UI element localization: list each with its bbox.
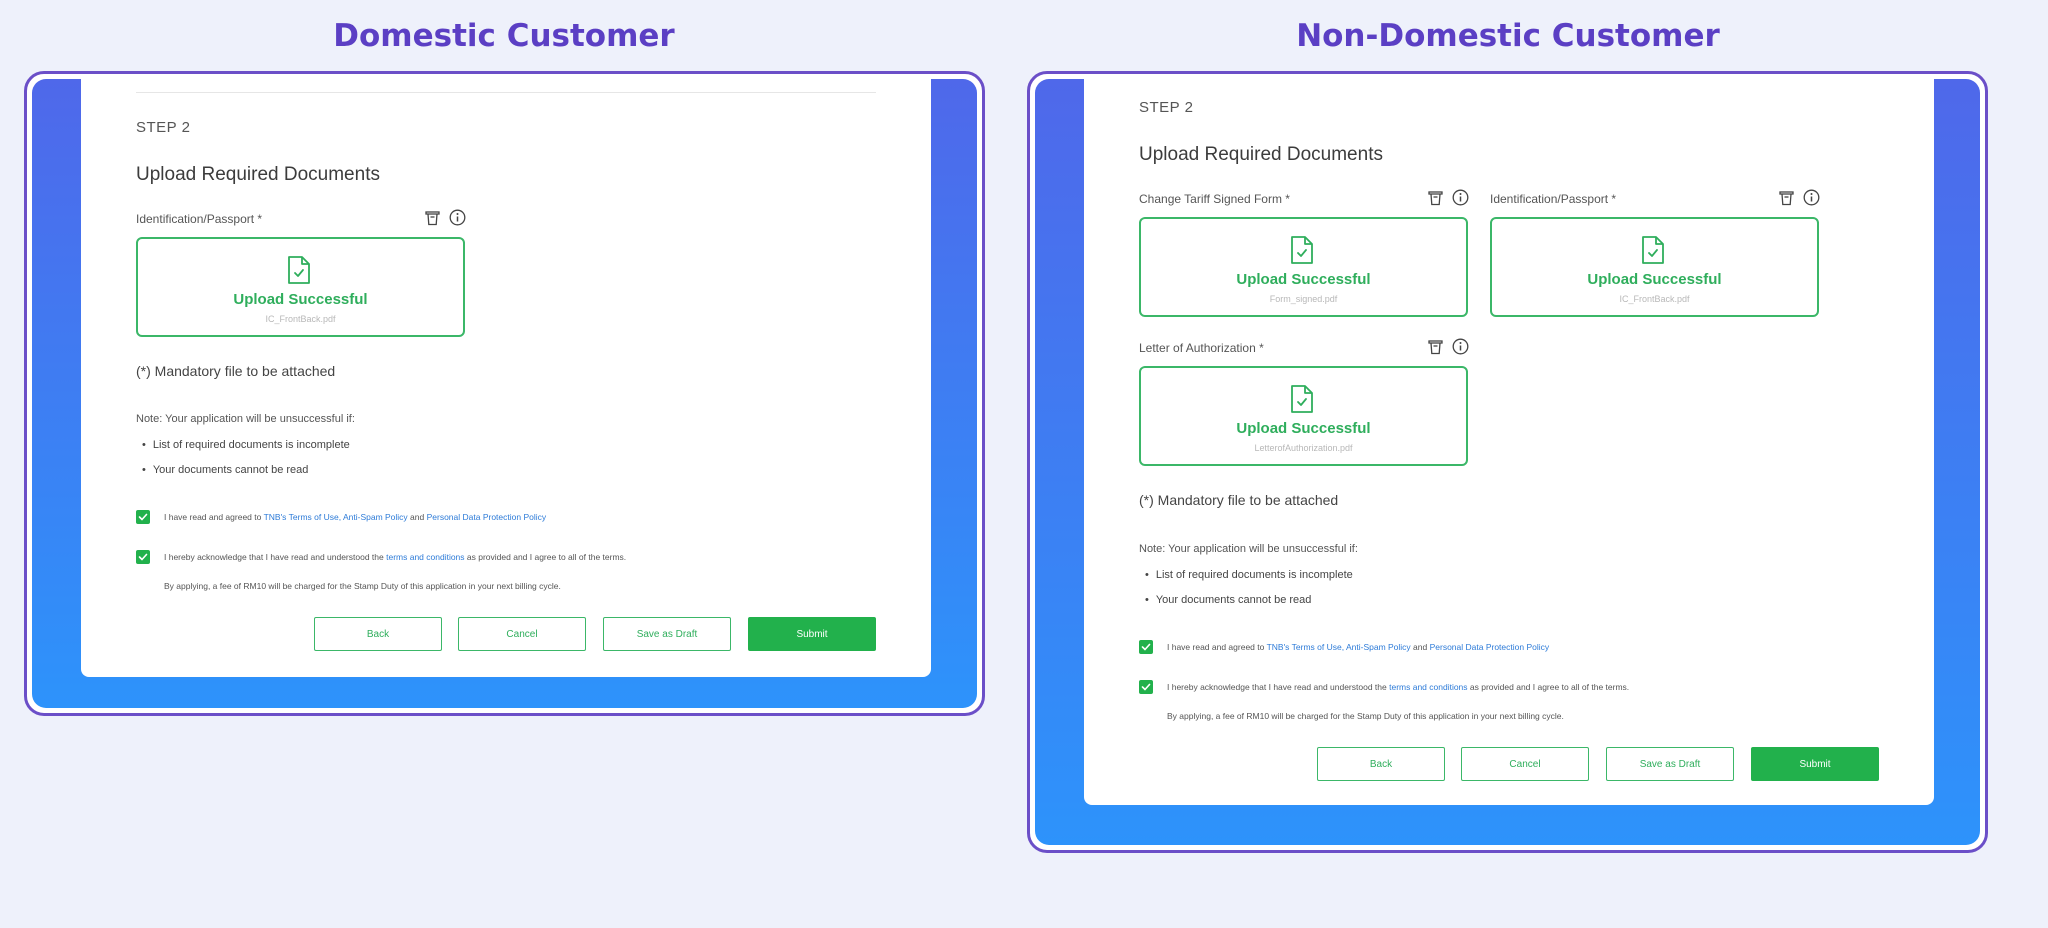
info-icon[interactable] [1452,338,1469,355]
checkmark-icon [1141,683,1151,691]
save-draft-button[interactable]: Save as Draft [603,617,731,651]
unsuccessful-note: Note: Your application will be unsuccess… [1139,543,1358,555]
terms-of-use-link[interactable]: TNB's Terms of Use, Anti-Spam Policy [1267,642,1411,652]
terms-text-start: I have read and agreed to [1167,642,1267,652]
terms-text-and: and [407,512,427,522]
trash-icon[interactable] [1428,339,1443,355]
note-bullet-incomplete: List of required documents is incomplete [1145,569,1353,581]
upload-status: Upload Successful [1236,271,1371,288]
acknowledge-text: I hereby acknowledge that I have read an… [164,552,626,562]
upload-label-authorization: Letter of Authorization * [1139,341,1264,355]
upload-actions [1428,189,1469,206]
terms-agreement-text: I have read and agreed to TNB's Terms of… [164,512,546,522]
mandatory-note: (*) Mandatory file to be attached [136,363,336,379]
submit-button[interactable]: Submit [748,617,876,651]
upload-filename: IC_FrontBack.pdf [265,314,336,324]
back-button[interactable]: Back [314,617,442,651]
cancel-button[interactable]: Cancel [1461,747,1589,781]
domestic-gradient-background: STEP 2 Upload Required Documents Identif… [32,79,977,708]
document-check-icon [1290,235,1314,270]
acknowledge-checkbox[interactable] [136,550,150,564]
acknowledge-text: I hereby acknowledge that I have read an… [1167,682,1629,692]
terms-checkbox[interactable] [1139,640,1153,654]
terms-checkbox[interactable] [136,510,150,524]
acknowledge-text-end: as provided and I agree to all of the te… [464,552,627,562]
upload-box-change-tariff[interactable]: Upload Successful Form_signed.pdf [1139,217,1468,317]
upload-label-identification: Identification/Passport * [1490,192,1617,206]
info-icon[interactable] [1452,189,1469,206]
step-label: STEP 2 [136,119,191,136]
acknowledge-text-start: I hereby acknowledge that I have read an… [1167,682,1390,692]
document-check-icon [1641,235,1665,270]
info-icon[interactable] [449,209,466,226]
stamp-duty-fee-note: By applying, a fee of RM10 will be charg… [1167,711,1564,721]
note-bullet-unreadable: Your documents cannot be read [1145,594,1312,606]
upload-actions [1779,189,1820,206]
acknowledge-text-end: as provided and I agree to all of the te… [1467,682,1630,692]
upload-status: Upload Successful [233,291,368,308]
terms-text-and: and [1410,642,1430,652]
note-bullet-incomplete: List of required documents is incomplete [142,439,350,451]
domestic-panel-title: Domestic Customer [333,18,675,54]
unsuccessful-note: Note: Your application will be unsuccess… [136,413,355,425]
upload-status: Upload Successful [1587,271,1722,288]
upload-box-authorization[interactable]: Upload Successful LetterofAuthorization.… [1139,366,1468,466]
trash-icon[interactable] [1428,190,1443,206]
back-button[interactable]: Back [1317,747,1445,781]
checkmark-icon [138,553,148,561]
acknowledge-checkbox[interactable] [1139,680,1153,694]
step-label: STEP 2 [1139,99,1194,116]
section-heading: Upload Required Documents [1139,144,1383,165]
top-divider [136,92,876,93]
non-domestic-gradient-background: STEP 2 Upload Required Documents Change … [1035,79,1980,845]
trash-icon[interactable] [1779,190,1794,206]
section-heading: Upload Required Documents [136,164,380,185]
checkmark-icon [138,513,148,521]
data-protection-link[interactable]: Personal Data Protection Policy [427,512,547,522]
upload-status: Upload Successful [1236,420,1371,437]
non-domestic-panel-title: Non-Domestic Customer [1296,18,1720,54]
save-draft-button[interactable]: Save as Draft [1606,747,1734,781]
info-icon[interactable] [1803,189,1820,206]
domestic-frame: STEP 2 Upload Required Documents Identif… [24,71,985,716]
upload-box-identification[interactable]: Upload Successful IC_FrontBack.pdf [136,237,465,337]
non-domestic-form-card: STEP 2 Upload Required Documents Change … [1084,79,1934,805]
document-check-icon [287,255,311,290]
cancel-button[interactable]: Cancel [458,617,586,651]
note-bullet-unreadable: Your documents cannot be read [142,464,309,476]
document-check-icon [1290,384,1314,419]
trash-icon[interactable] [425,210,440,226]
upload-label-change-tariff: Change Tariff Signed Form * [1139,192,1290,206]
terms-and-conditions-link[interactable]: terms and conditions [1389,682,1467,692]
submit-button[interactable]: Submit [1751,747,1879,781]
data-protection-link[interactable]: Personal Data Protection Policy [1430,642,1550,652]
upload-filename: LetterofAuthorization.pdf [1254,443,1353,453]
upload-label-identification: Identification/Passport * [136,212,263,226]
non-domestic-frame: STEP 2 Upload Required Documents Change … [1027,71,1988,853]
upload-filename: Form_signed.pdf [1269,294,1338,304]
upload-filename: IC_FrontBack.pdf [1619,294,1690,304]
terms-text-start: I have read and agreed to [164,512,264,522]
stamp-duty-fee-note: By applying, a fee of RM10 will be charg… [164,581,561,591]
acknowledge-text-start: I hereby acknowledge that I have read an… [164,552,387,562]
domestic-form-card: STEP 2 Upload Required Documents Identif… [81,79,931,677]
upload-actions [425,209,466,226]
terms-agreement-text: I have read and agreed to TNB's Terms of… [1167,642,1549,652]
upload-actions [1428,338,1469,355]
terms-and-conditions-link[interactable]: terms and conditions [386,552,464,562]
mandatory-note: (*) Mandatory file to be attached [1139,492,1339,508]
checkmark-icon [1141,643,1151,651]
upload-box-identification[interactable]: Upload Successful IC_FrontBack.pdf [1490,217,1819,317]
terms-of-use-link[interactable]: TNB's Terms of Use, Anti-Spam Policy [264,512,408,522]
